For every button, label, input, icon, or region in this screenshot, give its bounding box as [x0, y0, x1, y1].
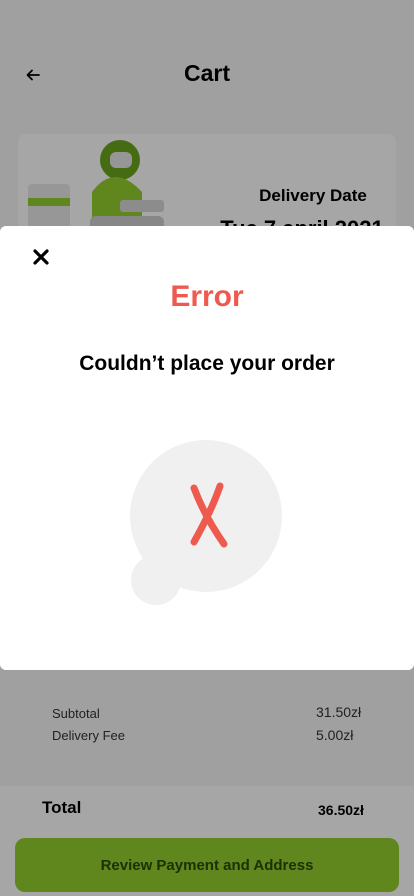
- close-icon: [33, 249, 49, 265]
- error-x-icon: [130, 440, 282, 605]
- error-message: Couldn’t place your order: [79, 352, 335, 375]
- close-button[interactable]: [28, 244, 54, 270]
- error-title: Error: [170, 280, 244, 313]
- error-modal: Error Couldn’t place your order: [0, 226, 414, 670]
